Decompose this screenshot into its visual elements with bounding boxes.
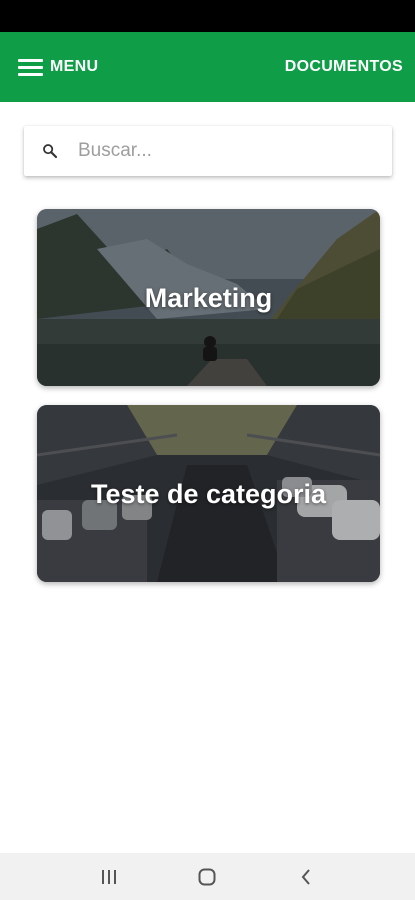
category-card-teste[interactable]: Teste de categoria	[37, 405, 380, 582]
category-card-marketing[interactable]: Marketing	[37, 209, 380, 386]
search-icon	[43, 144, 58, 159]
status-bar	[0, 0, 415, 32]
system-nav-bar	[0, 853, 415, 900]
back-icon	[301, 868, 310, 885]
menu-label: MENU	[50, 58, 99, 75]
hamburger-menu-icon	[18, 58, 43, 76]
app-bar: MENU DOCUMENTOS	[0, 32, 415, 102]
search-input[interactable]	[78, 140, 338, 162]
home-icon	[198, 868, 216, 885]
recent-apps-icon	[102, 869, 117, 884]
menu-button[interactable]: MENU	[18, 58, 98, 76]
category-title: Marketing	[144, 282, 273, 313]
home-button[interactable]	[187, 857, 227, 897]
documents-button[interactable]: DOCUMENTOS	[285, 58, 403, 76]
recent-apps-button[interactable]	[89, 857, 129, 897]
category-title: Teste de categoria	[90, 478, 327, 509]
search-box	[24, 126, 392, 176]
back-button[interactable]	[286, 857, 326, 897]
